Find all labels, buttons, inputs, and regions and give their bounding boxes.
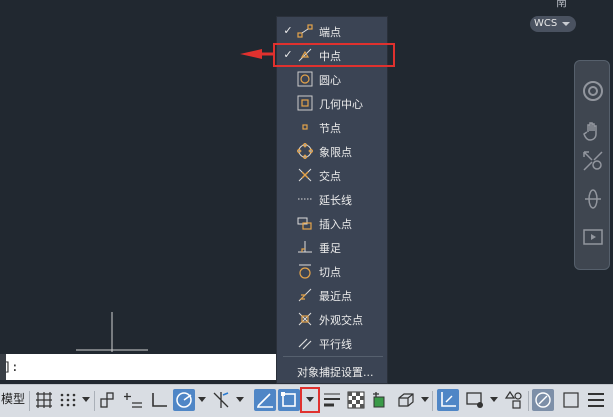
object-snap-button[interactable]	[278, 389, 300, 411]
check-icon: ✓	[283, 48, 293, 61]
menu-item-label: 端点	[319, 26, 341, 39]
isodraft-icon[interactable]	[210, 389, 232, 411]
menu-item-label: 节点	[319, 122, 341, 135]
chevron-down-icon[interactable]	[82, 397, 90, 402]
status-bar: 模型	[0, 384, 613, 417]
workspace-switching-icon[interactable]	[464, 389, 486, 411]
quadrant-icon	[297, 143, 313, 159]
menu-item-label: 延长线	[319, 194, 352, 207]
menu-item-apparent-intersection[interactable]: 外观交点	[277, 307, 387, 331]
menu-item-label: 切点	[319, 266, 341, 279]
wcs-label: WCS	[534, 18, 558, 29]
customization-menu-icon[interactable]	[585, 389, 607, 411]
menu-item-label: 最近点	[319, 290, 352, 303]
ucs-icon	[76, 312, 148, 352]
grid-icon[interactable]	[33, 389, 55, 411]
menu-item-intersection[interactable]: 交点	[277, 163, 387, 187]
navigation-bar	[574, 60, 610, 270]
showmotion-icon[interactable]	[581, 225, 605, 249]
menu-item-node[interactable]: 节点	[277, 115, 387, 139]
menu-item-label: 几何中心	[319, 98, 363, 111]
object-snap-icon	[281, 392, 296, 407]
menu-item-osnap-settings[interactable]: 对象捕捉设置...	[277, 359, 387, 383]
menu-item-midpoint[interactable]: ✓ 中点	[273, 43, 395, 67]
menu-item-geometric-center[interactable]: 几何中心	[277, 91, 387, 115]
3d-object-snap-icon[interactable]	[395, 389, 417, 411]
menu-item-label: 外观交点	[319, 314, 363, 327]
chevron-down-icon	[562, 22, 570, 26]
menu-item-quadrant[interactable]: 象限点	[277, 139, 387, 163]
orbit-icon[interactable]	[581, 187, 605, 211]
ortho-mode-icon[interactable]	[148, 389, 170, 411]
annotation-visibility-icon	[441, 392, 456, 407]
nearest-icon	[298, 288, 312, 302]
menu-item-perpendicular[interactable]: 垂足	[277, 235, 387, 259]
steering-wheel-icon[interactable]	[581, 79, 605, 103]
geometric-center-icon	[297, 95, 313, 111]
hardware-acceleration-icon	[535, 392, 551, 408]
chevron-down-icon[interactable]	[421, 397, 429, 402]
object-snap-tracking-button[interactable]	[254, 389, 276, 411]
menu-item-tangent[interactable]: 切点	[277, 259, 387, 283]
transparency-icon[interactable]	[345, 389, 367, 411]
chevron-down-icon[interactable]	[490, 397, 498, 402]
zoom-icon[interactable]	[581, 149, 605, 173]
dynamic-input-icon[interactable]	[123, 389, 145, 411]
model-tab[interactable]: 模型	[0, 385, 29, 417]
object-snap-dropdown[interactable]	[300, 387, 320, 413]
insertion-icon	[297, 217, 312, 230]
menu-item-label: 中点	[319, 50, 341, 63]
snap-mode-icon[interactable]	[57, 389, 79, 411]
viewcube-label: 南	[556, 0, 567, 9]
chevron-down-icon	[306, 397, 314, 402]
command-line[interactable]: ]:	[0, 354, 276, 380]
object-snap-tracking-icon	[257, 393, 273, 408]
pan-icon[interactable]	[581, 119, 605, 143]
menu-item-label: 插入点	[319, 218, 352, 231]
menu-item-nearest[interactable]: 最近点	[277, 283, 387, 307]
wcs-dropdown[interactable]: WCS	[530, 16, 576, 32]
osnap-menu: ✓ 端点 ✓ 中点 圆心 几何中心 节点 象限点 交点 延长线 插入点 垂足 切…	[273, 16, 395, 384]
lineweight-icon[interactable]	[321, 389, 343, 411]
center-icon	[297, 71, 313, 87]
menu-item-extension[interactable]: 延长线	[277, 187, 387, 211]
endpoint-icon	[297, 24, 313, 38]
selection-cycling-icon[interactable]	[370, 389, 392, 411]
annotation-arrow-icon	[240, 49, 274, 59]
check-icon: ✓	[283, 24, 293, 37]
menu-item-label: 交点	[319, 170, 341, 183]
polar-tracking-button[interactable]	[173, 389, 195, 411]
perpendicular-icon	[298, 241, 312, 253]
midpoint-icon	[298, 48, 312, 62]
intersection-icon	[298, 168, 312, 182]
menu-item-center[interactable]: 圆心	[277, 67, 387, 91]
infer-constraints-icon[interactable]	[98, 389, 120, 411]
apparent-intersection-icon	[298, 312, 312, 326]
menu-item-label: 圆心	[319, 74, 341, 87]
clean-screen-icon[interactable]	[560, 389, 582, 411]
chevron-down-icon[interactable]	[198, 397, 206, 402]
chevron-down-icon[interactable]	[236, 397, 244, 402]
tangent-icon	[299, 264, 311, 279]
menu-item-insertion[interactable]: 插入点	[277, 211, 387, 235]
menu-item-label: 垂足	[319, 242, 341, 255]
polar-tracking-icon	[176, 392, 192, 408]
hardware-acceleration-button[interactable]	[532, 389, 554, 411]
annotation-visibility-button[interactable]	[437, 389, 459, 411]
node-icon	[302, 124, 308, 130]
menu-item-label: 对象捕捉设置...	[297, 366, 374, 379]
extension-icon	[298, 198, 312, 200]
command-prompt: ]:	[4, 360, 19, 374]
menu-item-endpoint[interactable]: ✓ 端点	[277, 19, 387, 43]
menu-item-parallel[interactable]: 平行线	[277, 331, 387, 355]
menu-item-label: 象限点	[319, 146, 352, 159]
menu-item-label: 平行线	[319, 338, 352, 351]
menu-divider	[283, 356, 383, 357]
annotation-monitor-icon[interactable]	[503, 389, 525, 411]
parallel-icon	[298, 338, 312, 350]
